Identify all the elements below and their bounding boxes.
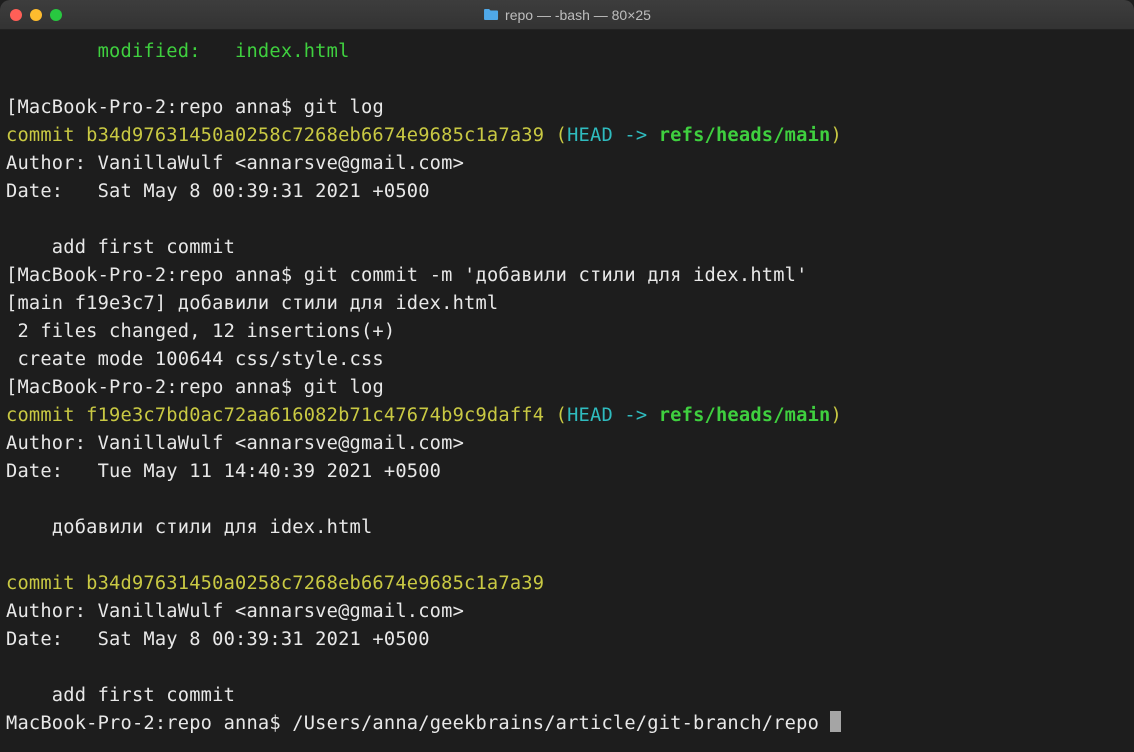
maximize-button[interactable] (50, 9, 62, 21)
paren-close: ) (830, 405, 841, 426)
titlebar[interactable]: repo — -bash — 80×25 (0, 0, 1134, 30)
cursor (830, 711, 841, 732)
paren-open: ( (544, 125, 567, 146)
window-title-text: repo — -bash — 80×25 (505, 7, 651, 23)
terminal-window: repo — -bash — 80×25 modified: index.htm… (0, 0, 1134, 752)
commit-hash: commit b34d97631450a0258c7268eb6674e9685… (6, 125, 544, 146)
head-arrow: HEAD -> (567, 405, 659, 426)
prompt: MacBook-Pro-2:repo anna$ (17, 97, 303, 118)
author-line: Author: VanillaWulf <annarsve@gmail.com> (6, 433, 464, 454)
command: git commit -m 'добавили стили для idex.h… (304, 265, 808, 286)
minimize-button[interactable] (30, 9, 42, 21)
date-line: Date: Tue May 11 14:40:39 2021 +0500 (6, 461, 441, 482)
commit-message: add first commit (6, 685, 235, 706)
prompt: MacBook-Pro-2:repo anna$ (17, 377, 303, 398)
terminal-output[interactable]: modified: index.html [MacBook-Pro-2:repo… (0, 30, 1134, 752)
head-arrow: HEAD -> (567, 125, 659, 146)
command: git log (304, 377, 384, 398)
prompt: MacBook-Pro-2:repo anna$ (6, 713, 292, 734)
commit-message: добавили стили для idex.html (6, 517, 372, 538)
bracket: [ (6, 265, 17, 286)
status-modified-line: modified: index.html (6, 41, 350, 62)
paren-open: ( (544, 405, 567, 426)
ref-main: refs/heads/main (659, 405, 831, 426)
commit-output: 2 files changed, 12 insertions(+) (6, 321, 395, 342)
command: git log (304, 97, 384, 118)
commit-output: create mode 100644 css/style.css (6, 349, 384, 370)
commit-hash: commit b34d97631450a0258c7268eb6674e9685… (6, 573, 544, 594)
commit-hash: commit f19e3c7bd0ac72aa616082b71c47674b9… (6, 405, 544, 426)
date-line: Date: Sat May 8 00:39:31 2021 +0500 (6, 181, 430, 202)
prompt: MacBook-Pro-2:repo anna$ (17, 265, 303, 286)
traffic-lights (10, 9, 62, 21)
current-path: /Users/anna/geekbrains/article/git-branc… (292, 713, 830, 734)
ref-main: refs/heads/main (659, 125, 831, 146)
bracket: [ (6, 97, 17, 118)
paren-close: ) (830, 125, 841, 146)
date-line: Date: Sat May 8 00:39:31 2021 +0500 (6, 629, 430, 650)
bracket: [ (6, 377, 17, 398)
close-button[interactable] (10, 9, 22, 21)
folder-icon (483, 8, 499, 21)
commit-message: add first commit (6, 237, 235, 258)
author-line: Author: VanillaWulf <annarsve@gmail.com> (6, 601, 464, 622)
window-title: repo — -bash — 80×25 (483, 7, 651, 23)
author-line: Author: VanillaWulf <annarsve@gmail.com> (6, 153, 464, 174)
commit-output: [main f19e3c7] добавили стили для idex.h… (6, 293, 498, 314)
